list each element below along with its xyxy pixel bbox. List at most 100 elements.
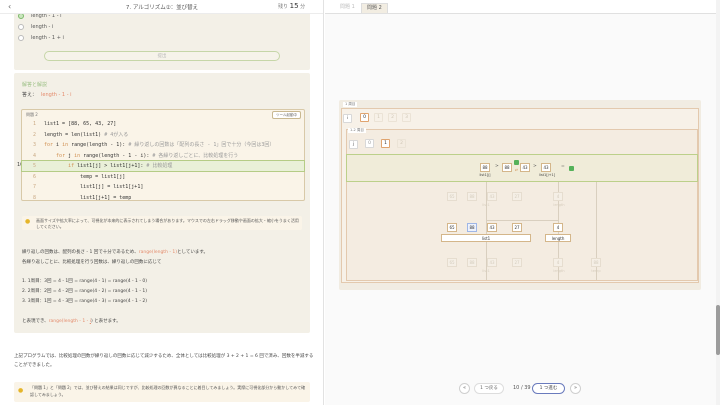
- inline-code: range(length - 1): [138, 250, 178, 255]
- inner-loop-frame: [346, 129, 698, 281]
- ghost-length-cell: 4: [553, 258, 563, 267]
- scrollbar-thumb[interactable]: [716, 305, 720, 355]
- compare-right-label: list1[j+1]: [538, 173, 556, 177]
- code-line: 3 for i in range(length - 1): # 繰り返しの回数は「…: [22, 140, 304, 150]
- code-line: 6 temp = list1[j]: [22, 172, 304, 182]
- array-cell: 65: [447, 258, 457, 267]
- ghost-length-label: length: [553, 203, 565, 207]
- tab-problem-1[interactable]: 問題 1: [335, 3, 360, 13]
- code-text: length = len(list1): [44, 131, 105, 138]
- code-line: 4 for j in range(length - 1 - i): # 各繰り返…: [22, 151, 304, 161]
- iteration-button[interactable]: 1: [374, 113, 383, 122]
- array-cell: 27: [512, 258, 522, 267]
- array-cell: 27: [512, 223, 522, 232]
- inline-code: range(length - 1 -: [48, 319, 90, 324]
- prev-step-button[interactable]: 1 つ戻る: [474, 383, 504, 394]
- timer-unit: 分: [300, 4, 306, 10]
- code-line: 8 list1[j+1] = temp: [22, 193, 304, 203]
- quiz-option-label: length - i: [31, 24, 54, 30]
- code-text: temp = list1[j]: [44, 173, 126, 180]
- code-text: for j in range(length - 1 - i):: [56, 152, 153, 159]
- code-text: if list1[j] > list1[j+1]:: [68, 163, 147, 169]
- radio-icon[interactable]: [18, 24, 24, 30]
- code-comment: # 各繰り返しごとに、比較処理を行う: [152, 152, 239, 159]
- array-label: list1: [441, 234, 531, 242]
- answer: 答え： length - 1 - i: [22, 91, 72, 98]
- double-chevron-left-icon[interactable]: «: [459, 383, 470, 394]
- array-cell: 43: [487, 258, 497, 267]
- code-comment: # 繰り返しの回数は「配列の長さ - 1」回で十分（今回は3回）: [128, 142, 275, 148]
- iteration-button[interactable]: 0: [360, 113, 369, 122]
- line-number: 6: [32, 173, 36, 180]
- quiz-option-label: length - 1 + i: [31, 35, 64, 41]
- double-chevron-right-icon[interactable]: »: [570, 383, 581, 394]
- list-item: 3. 3周目：1回 = 4 - 3回 = range(4 - 3) = rang…: [22, 299, 148, 304]
- code-editor: 問題 2 ツール起動中 10 1 list1 = [88, 65, 43, 27]…: [17, 109, 305, 203]
- compare-right-value: 43: [541, 163, 551, 172]
- timer-value: 15: [289, 2, 299, 10]
- array-cell: 43: [487, 192, 497, 201]
- code-comment: # 4が入る: [104, 131, 129, 138]
- hint-note-text: 「問題 1」と「問題 2」では、並び替えの結果は同じですが、比較処理の回数が異な…: [30, 385, 306, 397]
- code-text: list1 = [88, 65, 43, 27]: [44, 121, 117, 127]
- line-number: 4: [32, 152, 36, 159]
- quiz-option[interactable]: length - 1 + i: [18, 35, 64, 41]
- paragraph-text: 繰り返しの回数は、配列の長さ - 1 回で十分であるため、: [22, 250, 139, 255]
- loop-variable-label: i: [343, 114, 352, 123]
- compare-right-b: 43: [520, 163, 530, 172]
- iteration-button[interactable]: 2: [397, 139, 406, 148]
- answer-label: 答え：: [22, 92, 38, 98]
- ghost-temp-label: temp: [591, 269, 601, 273]
- explanation-title: 解答と解説: [22, 82, 48, 88]
- line-number: 3: [32, 142, 36, 148]
- quiz-option[interactable]: length - i: [18, 24, 53, 30]
- submit-button[interactable]: 提出: [44, 51, 280, 61]
- radio-icon[interactable]: [18, 35, 24, 41]
- iteration-button[interactable]: 0: [365, 139, 374, 148]
- code-line: 5 if list1[j] > list1[j+1]: # 比較処理: [21, 160, 305, 172]
- ghost-length-cell: 4: [553, 192, 563, 201]
- ghost-array-label: list1: [482, 203, 490, 207]
- iteration-button[interactable]: 3: [402, 113, 411, 122]
- code-text: list1[j] = list1[j+1]: [44, 184, 144, 190]
- paragraph-text: と表現でき、: [22, 319, 49, 324]
- code-line: 2 length = len(list1) # 4が入る: [22, 130, 304, 140]
- array-cell: 88: [467, 258, 477, 267]
- app-root: ‹ 7. アルゴリズム②：並び替え 残り 15 分 length - 1 - i…: [0, 0, 720, 405]
- line-number: 5: [32, 163, 36, 169]
- swap-arrow-icon: ⇄: [515, 168, 518, 172]
- ghost-length-label: length: [553, 269, 565, 273]
- code-comment: # 比較処理: [146, 163, 173, 169]
- paragraph-text: ) と表せます。: [90, 319, 121, 324]
- compare-right-a: 88: [502, 163, 512, 172]
- lesson-header: ‹ 7. アルゴリズム②：並び替え 残り 15 分: [0, 0, 323, 14]
- tool-button[interactable]: ツール起動中: [272, 111, 301, 119]
- line-number: 1: [32, 121, 36, 127]
- iteration-button[interactable]: 1: [381, 139, 390, 148]
- ghost-array-label: list1: [482, 269, 490, 273]
- code-text: for i in range(length - 1):: [44, 142, 129, 148]
- lesson-title: 7. アルゴリズム②：並び替え: [125, 5, 199, 11]
- check-icon: [569, 166, 574, 171]
- answer-code: length - 1 - i: [41, 92, 72, 98]
- paragraph-text: としています。: [177, 250, 208, 255]
- line-number: 2: [32, 131, 36, 138]
- tab-problem-2[interactable]: 問題 2: [361, 3, 388, 13]
- code-line: 1 list1 = [88, 65, 43, 27]: [22, 119, 304, 129]
- next-step-button[interactable]: 1 つ進む: [532, 383, 565, 394]
- array-cell: 43: [487, 223, 497, 232]
- array-cell: 65: [447, 192, 457, 201]
- outer-loop-label: 1 周目: [343, 102, 358, 107]
- compare-operator: >: [495, 164, 499, 169]
- paragraph: 繰り返しの回数は、配列の長さ - 1 回で十分であるため、range(lengt…: [22, 249, 208, 256]
- iteration-button[interactable]: 2: [388, 113, 397, 122]
- equals-sign: =: [561, 164, 565, 169]
- line-number: 8: [32, 194, 36, 201]
- lesson-pane: ‹ 7. アルゴリズム②：並び替え 残り 15 分 length - 1 - i…: [0, 0, 324, 405]
- info-note: ● 画面サイズや拡大率によって、可視化が本来的に表示されてしまう場合があります。…: [22, 216, 302, 230]
- list-item: 2. 2周目：2回 = 4 - 2回 = range(4 - 2) = rang…: [22, 289, 148, 294]
- lightbulb-icon: ●: [25, 218, 31, 225]
- array-cell: 65: [447, 223, 457, 232]
- compare-left-value: 88: [480, 163, 490, 172]
- explanation-card: 解答と解説 答え： length - 1 - i 問題 2 ツール起動中 10 1…: [14, 73, 310, 333]
